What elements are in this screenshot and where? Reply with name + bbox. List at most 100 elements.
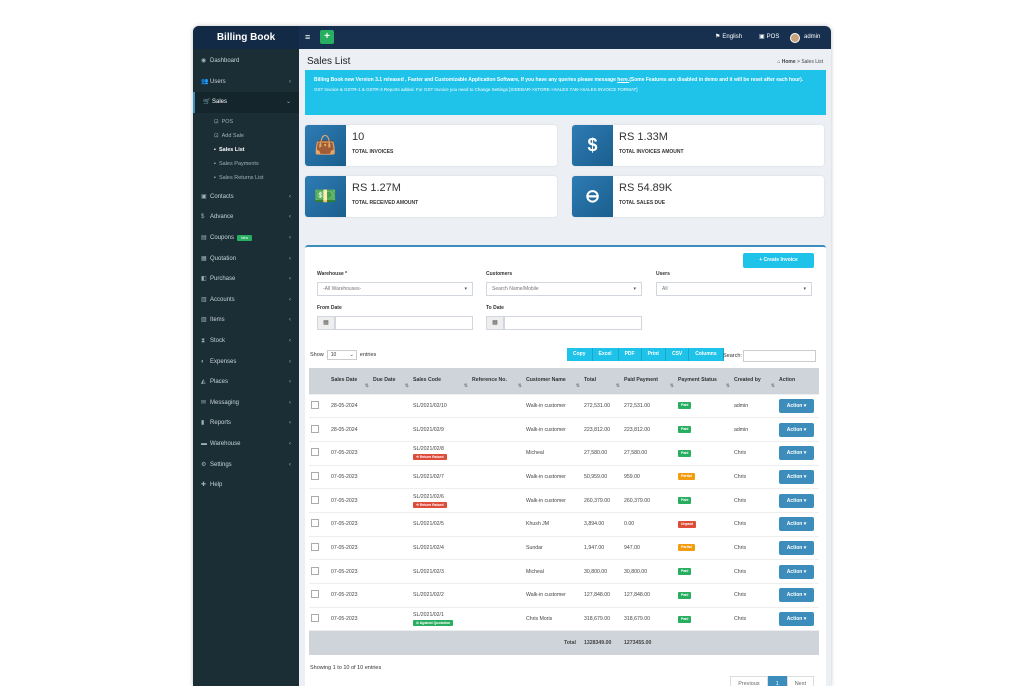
sidebar-item-contacts[interactable]: ▣ Contacts ‹ [193,187,299,208]
quick-add-button[interactable]: + [320,30,334,44]
sidebar-item-coupons[interactable]: ▤ Coupons New ‹ [193,228,299,249]
calendar-icon[interactable]: ▦ [317,316,335,330]
breadcrumb-home[interactable]: Home [782,59,796,65]
menu-toggle-icon[interactable]: ≡ [305,32,310,42]
sales-code[interactable]: SL/2021/02/8 [413,446,444,452]
warehouse-select[interactable]: -All Warehouses- ▾ [317,282,473,296]
sidebar-item-places[interactable]: ◭ Places ‹ [193,372,299,393]
paid-payment: 0.00 [622,511,676,537]
sidebar-item-advance[interactable]: $ Advance ‹ [193,207,299,228]
breadcrumb-current: Sales List [801,59,823,65]
sales-code[interactable]: SL/2021/02/5 [413,521,444,527]
copy-button[interactable]: Copy [567,348,593,361]
sidebar-item-sales[interactable]: 🛒 Sales ⌄ [193,92,299,113]
previous-page-button[interactable]: Previous [730,676,768,686]
sales-code[interactable]: SL/2021/02/4 [413,545,444,551]
row-checkbox[interactable] [311,542,319,551]
submenu-item-pos[interactable]: ⊡ POS [193,115,299,129]
col-total[interactable]: Total ⇅ [582,368,622,394]
row-checkbox[interactable] [311,590,319,599]
sales-code[interactable]: SL/2021/02/9 [413,427,444,433]
row-checkbox[interactable] [311,448,319,457]
col-created-by[interactable]: Created by ⇅ [732,368,777,394]
alert-link[interactable]: here. [617,77,629,83]
row-select-cell [309,464,329,489]
action-button[interactable]: Action ▾ [779,422,814,437]
due-date [371,440,411,466]
row-checkbox[interactable] [311,400,319,409]
to-date-input[interactable] [504,316,642,330]
action-button[interactable]: Action ▾ [779,517,814,532]
action-button[interactable]: Action ▾ [779,469,814,484]
row-tag-badge: ⟲ Return Raised [413,501,447,508]
pos-link[interactable]: ▣ POS [759,26,779,49]
csv-button[interactable]: CSV [665,348,690,361]
sidebar-item-stock[interactable]: ⧗ Stock ‹ [193,331,299,352]
action-button[interactable]: Action ▾ [779,493,814,508]
action-button[interactable]: Action ▾ [779,446,814,461]
sidebar-item-help[interactable]: ✚ Help [193,475,299,496]
sidebar-item-quotation[interactable]: ▦ Quotation ‹ [193,249,299,270]
sales-code[interactable]: SL/2021/02/10 [413,403,447,409]
action-button[interactable]: Action ▾ [779,398,814,413]
col-customer-name[interactable]: Customer Name ⇅ [524,368,582,394]
language-selector[interactable]: ⚑ English [715,26,742,49]
sidebar-item-warehouse[interactable]: ▬ Warehouse ‹ [193,434,299,455]
sidebar-item-purchase[interactable]: ◧ Purchase ‹ [193,269,299,290]
col-sales-code[interactable]: Sales Code ⇅ [411,368,470,394]
row-checkbox[interactable] [311,495,319,504]
excel-button[interactable]: Excel [592,348,619,361]
columns-button[interactable]: Columns [689,348,724,361]
sales-code[interactable]: SL/2021/02/3 [413,569,444,575]
print-button[interactable]: Print [641,348,666,361]
col-sales-date[interactable]: Sales Date ⇅ [329,368,371,394]
sidebar-item-expenses[interactable]: ◐ Expenses ‹ [193,352,299,373]
create-invoice-button[interactable]: + Create Invoice [743,253,814,268]
row-checkbox[interactable] [311,566,319,575]
row-checkbox[interactable] [311,614,319,623]
calendar-icon[interactable]: ▦ [486,316,504,330]
submenu-item-sales-payments[interactable]: ▪ Sales Payments [193,157,299,171]
row-checkbox[interactable] [311,519,319,528]
sales-code[interactable]: SL/2021/02/2 [413,592,444,598]
col-paid-payment[interactable]: Paid Payment ⇅ [622,368,676,394]
action-button[interactable]: Action ▾ [779,540,814,555]
sidebar-item-items[interactable]: ▨ Items ‹ [193,310,299,331]
sidebar-item-settings[interactable]: ⚙ Settings ‹ [193,455,299,476]
row-checkbox[interactable] [311,424,319,433]
col-payment-status[interactable]: Payment Status ⇅ [676,368,732,394]
col-due-date[interactable]: Due Date ⇅ [371,368,411,394]
sidebar-item-label: Messaging [210,399,240,406]
row-select-cell [309,488,329,513]
sidebar-item-label: Items [210,317,225,324]
entries-select[interactable]: 10 ⌄ [326,350,357,360]
due-date [371,559,411,584]
sidebar-item-dashboard[interactable]: ◉ Dashboard [193,51,299,72]
sidebar-item-users[interactable]: 👥 Users ‹ [193,72,299,93]
submenu-item-sales-returns-list[interactable]: ▪ Sales Returns List [193,171,299,185]
col-reference-no[interactable]: Reference No. ⇅ [470,368,524,394]
sort-icon: ⇅ [725,382,730,389]
action-button[interactable]: Action ▾ [779,564,814,579]
next-page-button[interactable]: Next [786,676,814,686]
action-button[interactable]: Action ▾ [779,612,814,627]
from-date-input[interactable] [335,316,473,330]
page-1-button[interactable]: 1 [767,676,787,686]
submenu-item-add-sale[interactable]: ⊡ Add Sale [193,129,299,143]
user-menu[interactable]: admin [790,26,820,49]
action-button[interactable]: Action ▾ [779,588,814,603]
users-select[interactable]: All ▾ [656,282,812,296]
pdf-button[interactable]: PDF [618,348,642,361]
customers-select[interactable]: Search Name/Mobile ▾ [486,282,642,296]
brand-logo[interactable]: Billing Book [193,26,299,49]
sidebar-item-messaging[interactable]: ✉ Messaging ‹ [193,393,299,414]
total: 30,800.00 [582,559,622,584]
row-checkbox[interactable] [311,471,319,480]
sales-code[interactable]: SL/2021/02/7 [413,474,444,480]
sidebar-item-accounts[interactable]: ▥ Accounts ‹ [193,290,299,311]
sidebar-item-reports[interactable]: ▮ Reports ‹ [193,413,299,434]
submenu-item-sales-list[interactable]: ▪ Sales List [193,143,299,157]
sales-code[interactable]: SL/2021/02/6 [413,494,444,500]
search-input[interactable] [742,350,816,362]
sales-code[interactable]: SL/2021/02/1 [413,612,444,618]
